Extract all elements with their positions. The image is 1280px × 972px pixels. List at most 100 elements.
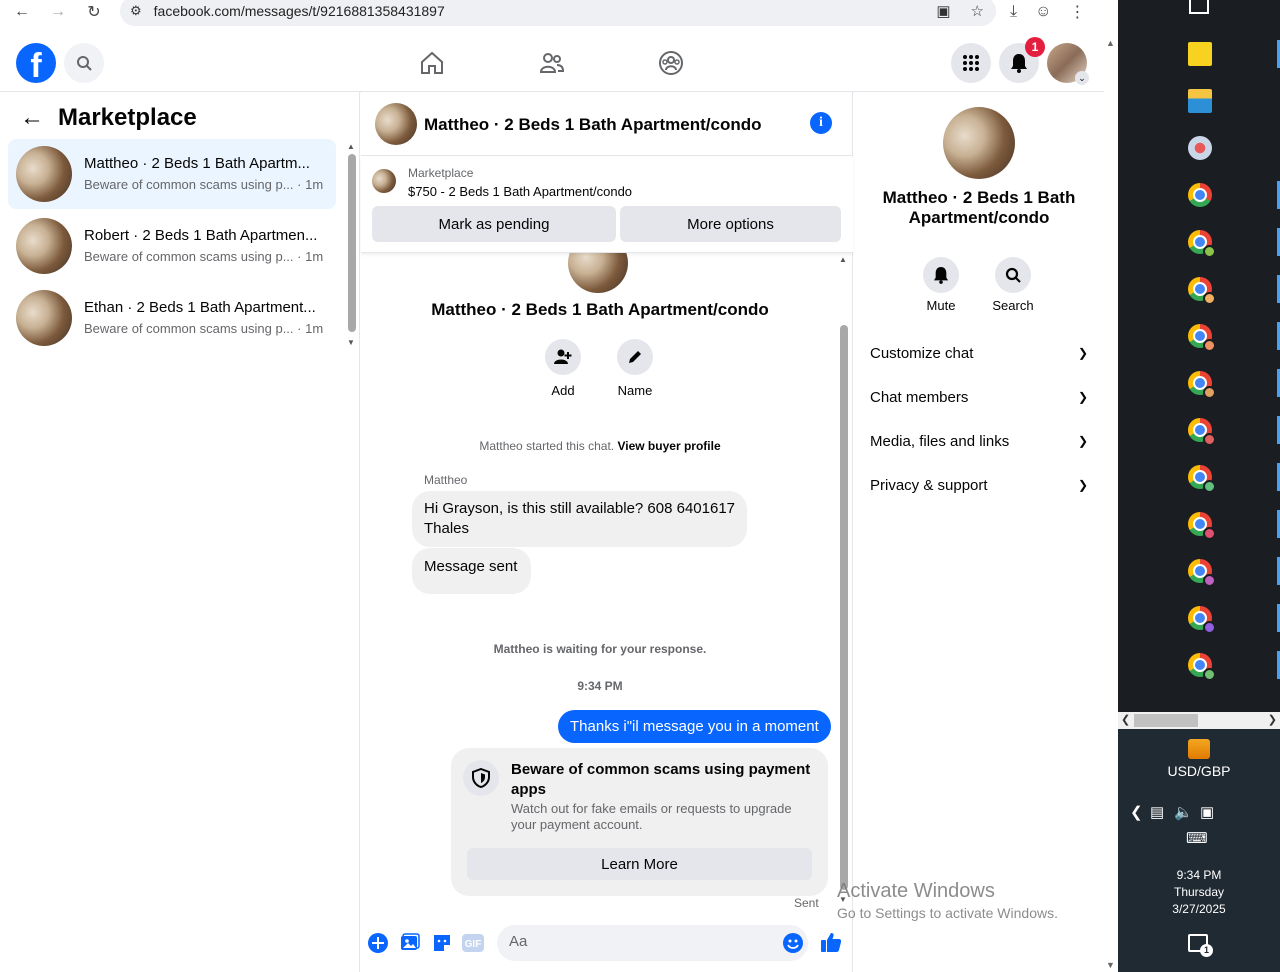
facebook-logo[interactable]: f bbox=[16, 43, 56, 83]
sticky-notes-icon[interactable] bbox=[1188, 42, 1212, 66]
address-bar[interactable]: ⚙ facebook.com/messages/t/92168813584318… bbox=[120, 0, 996, 26]
scroll-right-arrow[interactable]: ❯ bbox=[1268, 713, 1277, 726]
currency-label[interactable]: USD/GBP bbox=[1118, 763, 1280, 779]
chrome-profile-icon[interactable] bbox=[1188, 465, 1216, 493]
scroll-up-arrow[interactable]: ▲ bbox=[1106, 38, 1115, 48]
message-thread: Mattheo · 2 Beds 1 Bath Apartment/condo … bbox=[361, 253, 853, 913]
conversation-item[interactable]: Robert · 2 Beds 1 Bath Apartmen... Bewar… bbox=[8, 211, 336, 281]
notification-count-badge: 1 bbox=[1025, 37, 1045, 57]
scroll-up-arrow[interactable]: ▲ bbox=[347, 142, 355, 151]
scroll-left-arrow[interactable]: ❮ bbox=[1121, 713, 1130, 726]
chat-title[interactable]: Mattheo · 2 Beds 1 Bath Apartment/condo bbox=[424, 115, 762, 135]
chrome-profile-icon[interactable] bbox=[1188, 277, 1216, 305]
scrollbar-thumb[interactable] bbox=[1134, 714, 1198, 727]
conversation-item[interactable]: Mattheo · 2 Beds 1 Bath Apartm... Beware… bbox=[8, 139, 336, 209]
chevron-down-icon[interactable]: ⌄ bbox=[1075, 71, 1089, 85]
listing-thumbnail[interactable] bbox=[372, 169, 396, 193]
outgoing-message-bubble[interactable]: Thanks i"il message you in a moment bbox=[558, 710, 831, 743]
chrome-icon[interactable] bbox=[1188, 183, 1212, 207]
learn-more-button[interactable]: Learn More bbox=[467, 848, 812, 880]
incoming-message-bubble[interactable]: Hi Grayson, is this still available? 608… bbox=[412, 491, 747, 547]
notifications-bell-icon[interactable]: 1 bbox=[999, 37, 1045, 83]
chrome-profile-icon[interactable] bbox=[1188, 324, 1216, 352]
meet-now-icon[interactable]: ▣ bbox=[1200, 803, 1214, 821]
task-view-icon[interactable] bbox=[1189, 0, 1209, 14]
search-icon[interactable] bbox=[995, 257, 1031, 293]
taskbar-scrollbar[interactable]: ❮ ❯ bbox=[1118, 712, 1280, 729]
chrome-profile-icon[interactable] bbox=[1188, 230, 1216, 258]
page-scrollbar[interactable]: ▲ ▼ bbox=[1104, 34, 1118, 972]
chat-info-photo[interactable] bbox=[943, 107, 1015, 179]
add-label: Add bbox=[551, 383, 575, 398]
customize-chat-section[interactable]: Customize chat ❯ bbox=[870, 341, 1088, 365]
profile-icon[interactable]: ☺ bbox=[1035, 3, 1051, 21]
network-icon[interactable]: ▤ bbox=[1150, 803, 1164, 821]
conversation-item[interactable]: Ethan · 2 Beds 1 Bath Apartment... Bewar… bbox=[8, 283, 336, 353]
gif-icon[interactable]: GIF bbox=[462, 932, 484, 954]
chrome-profile-icon[interactable] bbox=[1188, 418, 1216, 446]
menu-kebab-icon[interactable]: ⋮ bbox=[1069, 2, 1085, 22]
add-person-icon[interactable] bbox=[545, 339, 581, 375]
conversation-list-scrollbar[interactable]: ▲ ▼ bbox=[346, 142, 356, 352]
listing-price-title[interactable]: $750 - 2 Beds 1 Bath Apartment/condo bbox=[408, 184, 632, 199]
mark-as-pending-button[interactable]: Mark as pending bbox=[372, 206, 616, 242]
forward-arrow-icon[interactable]: → bbox=[40, 0, 76, 24]
scroll-up-arrow[interactable]: ▲ bbox=[839, 255, 847, 264]
view-buyer-profile-link[interactable]: View buyer profile bbox=[617, 439, 720, 453]
chrome-profile-icon[interactable] bbox=[1188, 559, 1216, 587]
info-icon[interactable]: i bbox=[810, 112, 832, 134]
volume-icon[interactable]: 🔈 bbox=[1174, 803, 1193, 821]
back-arrow-icon[interactable]: ← bbox=[20, 104, 44, 132]
bell-icon[interactable] bbox=[923, 257, 959, 293]
chrome-profile-icon[interactable] bbox=[1188, 606, 1216, 634]
shield-icon bbox=[463, 760, 499, 796]
search-icon[interactable] bbox=[64, 43, 104, 83]
name-chat-action[interactable]: Name bbox=[605, 339, 665, 398]
thumbs-up-icon[interactable] bbox=[819, 930, 843, 954]
photo-attach-icon[interactable] bbox=[399, 932, 421, 954]
sender-name: Mattheo bbox=[424, 473, 468, 487]
pencil-icon[interactable] bbox=[617, 339, 653, 375]
emoji-icon[interactable] bbox=[782, 932, 804, 954]
mute-action[interactable]: Mute bbox=[911, 257, 971, 313]
add-people-action[interactable]: Add bbox=[533, 339, 593, 398]
chrome-profile-icon[interactable] bbox=[1188, 512, 1216, 540]
notification-center-icon[interactable]: 1 bbox=[1188, 934, 1213, 957]
chevron-left-icon[interactable]: ❮ bbox=[1130, 803, 1143, 821]
install-app-icon[interactable]: ▣ bbox=[936, 2, 950, 20]
chat-avatar[interactable] bbox=[375, 103, 417, 145]
more-options-button[interactable]: More options bbox=[620, 206, 841, 242]
message-sent-bubble[interactable]: Message sent bbox=[412, 548, 532, 594]
currency-widget-icon[interactable] bbox=[1188, 739, 1210, 759]
media-files-links-section[interactable]: Media, files and links ❯ bbox=[870, 429, 1088, 453]
site-info-icon[interactable]: ⚙ bbox=[130, 3, 142, 19]
chrome-profile-icon[interactable] bbox=[1188, 653, 1216, 681]
bookmark-star-icon[interactable]: ☆ bbox=[971, 2, 984, 20]
groups-icon[interactable] bbox=[656, 48, 686, 78]
keyboard-icon[interactable]: ⌨ bbox=[1186, 829, 1208, 847]
reload-icon[interactable]: ↻ bbox=[76, 0, 112, 24]
scrollbar-thumb[interactable] bbox=[348, 154, 356, 332]
menu-grid-icon[interactable] bbox=[951, 43, 991, 83]
privacy-support-section[interactable]: Privacy & support ❯ bbox=[870, 473, 1088, 497]
message-input[interactable] bbox=[509, 933, 769, 950]
url-text[interactable]: facebook.com/messages/t/9216881358431897 bbox=[154, 3, 445, 19]
download-icon[interactable]: ⤓ bbox=[1010, 3, 1017, 21]
back-arrow-icon[interactable]: ← bbox=[4, 0, 40, 24]
chat-scrollbar[interactable]: ▲ ▼ bbox=[839, 255, 849, 905]
account-avatar[interactable]: ⌄ bbox=[1047, 43, 1089, 85]
home-icon[interactable] bbox=[417, 48, 447, 78]
paint-app-icon[interactable] bbox=[1188, 136, 1212, 160]
plus-circle-icon[interactable] bbox=[367, 932, 389, 954]
message-input-box[interactable] bbox=[497, 925, 808, 961]
chrome-profile-icon[interactable] bbox=[1188, 371, 1216, 399]
sticker-icon[interactable] bbox=[431, 932, 453, 954]
chat-members-section[interactable]: Chat members ❯ bbox=[870, 385, 1088, 409]
scroll-down-arrow[interactable]: ▼ bbox=[347, 338, 355, 347]
scroll-down-arrow[interactable]: ▼ bbox=[1106, 960, 1115, 970]
taskbar-clock[interactable]: 9:34 PM Thursday 3/27/2025 bbox=[1118, 867, 1280, 918]
scrollbar-thumb[interactable] bbox=[840, 325, 848, 890]
file-explorer-icon[interactable] bbox=[1188, 89, 1212, 113]
search-action[interactable]: Search bbox=[983, 257, 1043, 313]
friends-icon[interactable] bbox=[537, 48, 567, 78]
